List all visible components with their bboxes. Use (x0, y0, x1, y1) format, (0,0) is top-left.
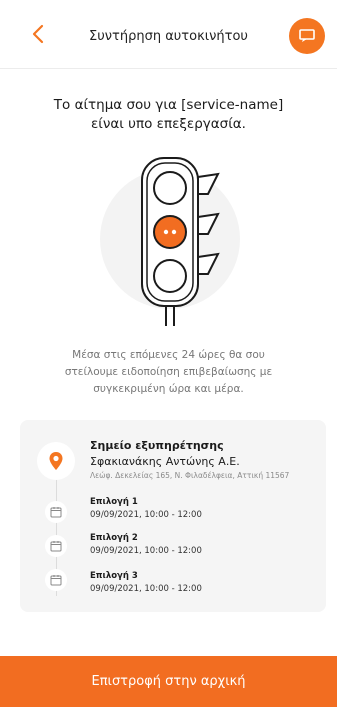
calendar-badge (45, 535, 67, 557)
traffic-light-illustration (100, 157, 240, 326)
calendar-icon (50, 507, 62, 518)
calendar-badge (45, 569, 67, 591)
info-line: Μέσα στις επόμενες 24 ώρες θα σου (72, 349, 265, 361)
status-heading-line: Το αίτημα σου για [service-name] (53, 97, 284, 113)
info-line: στείλουμε ειδοποίηση επιβεβαίωσης με (64, 366, 273, 378)
service-point-title: Σημείο εξυπηρέτησης (90, 439, 224, 452)
option-label: Επιλογή 2 (90, 533, 138, 543)
option-datetime: 09/09/2021, 10:00 - 12:00 (90, 584, 202, 594)
location-pin-badge (37, 442, 75, 480)
calendar-badge (45, 501, 67, 523)
chat-icon (299, 29, 315, 42)
return-home-button[interactable]: Επιστροφή στην αρχική (0, 656, 337, 707)
location-pin-icon (49, 452, 63, 470)
option-datetime: 09/09/2021, 10:00 - 12:00 (90, 546, 202, 556)
appointment-card: Σημείο εξυπηρέτησης Σφακιανάκης Αντώνης … (20, 420, 326, 612)
status-heading: Το αίτημα σου για [service-name] είναι υ… (20, 96, 317, 134)
info-line: συγκεκριμένη ώρα και μέρα. (93, 383, 244, 395)
info-text: Μέσα στις επόμενες 24 ώρες θα σου στείλο… (50, 347, 287, 398)
top-bar: Συντήρηση αυτοκινήτου (0, 0, 337, 69)
bottom-light (153, 259, 187, 293)
back-button[interactable] (24, 20, 52, 48)
calendar-icon (50, 575, 62, 586)
service-point-address: Λεώφ. Δεκελείας 165, Ν. Φιλαδέλφεια, Αττ… (90, 471, 290, 480)
option-datetime: 09/09/2021, 10:00 - 12:00 (90, 510, 202, 520)
loading-dot (171, 229, 177, 235)
service-point-name: Σφακιανάκης Αντώνης Α.Ε. (90, 455, 240, 468)
option-label: Επιλογή 3 (90, 571, 138, 581)
calendar-icon (50, 541, 62, 552)
top-light (153, 171, 187, 205)
middle-light-active (153, 215, 187, 249)
status-heading-line: είναι υπο επεξεργασία. (91, 116, 246, 132)
option-label: Επιλογή 1 (90, 497, 138, 507)
chevron-left-icon (32, 24, 44, 44)
chat-button[interactable] (289, 18, 325, 54)
loading-dot (163, 229, 169, 235)
page-title: Συντήρηση αυτοκινήτου (89, 28, 248, 44)
